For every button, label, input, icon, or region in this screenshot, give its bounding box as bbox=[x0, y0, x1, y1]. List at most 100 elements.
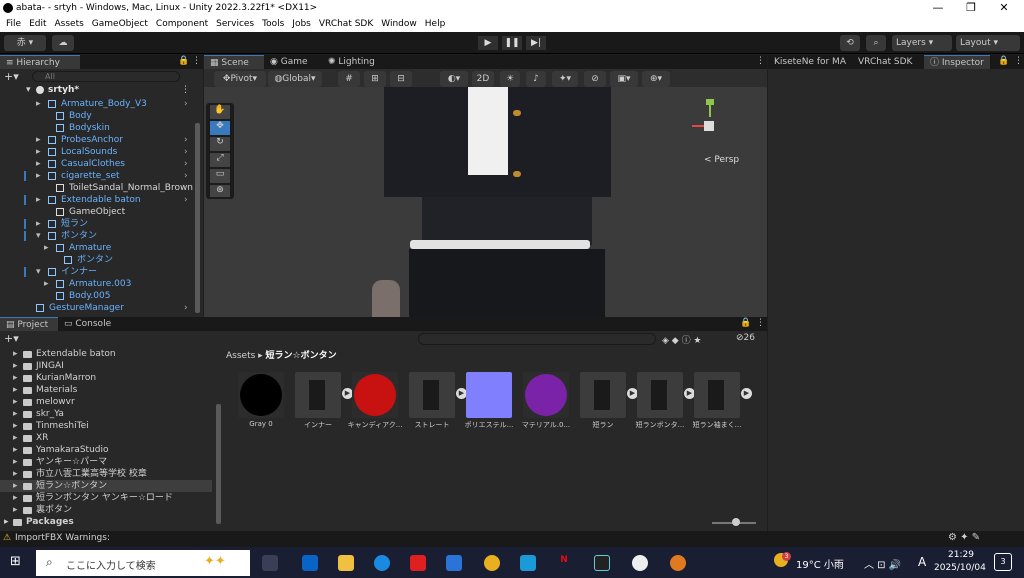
youtube-icon[interactable] bbox=[410, 555, 426, 571]
folder-expand-icon[interactable]: ▸ bbox=[13, 396, 18, 408]
hierarchy-item[interactable]: Body.005 bbox=[0, 290, 192, 302]
tab-project[interactable]: ▤ Project bbox=[0, 317, 58, 331]
move-tool-icon[interactable]: ✥ bbox=[210, 121, 230, 135]
capcut-icon[interactable] bbox=[594, 555, 610, 571]
rotate-tool-icon[interactable]: ↻ bbox=[210, 137, 230, 151]
prefab-arrow-icon[interactable]: › bbox=[184, 134, 188, 146]
cloud-icon[interactable]: ☁ bbox=[52, 35, 74, 51]
folder-row[interactable]: ▸ Extendable baton bbox=[0, 348, 212, 360]
task-view-icon[interactable] bbox=[262, 555, 278, 571]
folder-row[interactable]: ▸ Materials bbox=[0, 384, 212, 396]
asset-thumbnail[interactable] bbox=[637, 372, 683, 418]
scene-more-icon[interactable]: ⋮ bbox=[756, 56, 765, 66]
status-icons[interactable]: ⚙ ✦ ✎ bbox=[948, 532, 980, 543]
minimize-button[interactable]: — bbox=[922, 0, 954, 16]
notification-icon[interactable]: 3 bbox=[994, 553, 1012, 571]
breadcrumb-root[interactable]: Assets bbox=[226, 351, 255, 361]
folder-row[interactable]: ▸ melowvr bbox=[0, 396, 212, 408]
packages-row[interactable]: ▸ Packages bbox=[0, 516, 212, 528]
prefab-arrow-icon[interactable]: › bbox=[184, 170, 188, 182]
folder-scrollbar[interactable] bbox=[216, 404, 221, 524]
folder-row[interactable]: ▸ skr_Ya bbox=[0, 408, 212, 420]
menu-window[interactable]: Window bbox=[381, 19, 417, 29]
tab-console[interactable]: ▭ Console bbox=[58, 317, 120, 331]
hierarchy-item[interactable]: ▾ インナー bbox=[0, 266, 192, 278]
maximize-button[interactable]: ❐ bbox=[955, 0, 987, 16]
folder-expand-icon[interactable]: ▸ bbox=[13, 432, 18, 444]
expand-asset-icon[interactable]: ▶ bbox=[741, 388, 752, 399]
hierarchy-item[interactable]: ToiletSandal_Normal_Brown bbox=[0, 182, 193, 194]
prefab-arrow-icon[interactable]: › bbox=[184, 302, 188, 314]
project-filter-icons[interactable]: ◈ ◆ ⓘ ★ bbox=[662, 333, 702, 346]
hierarchy-item[interactable]: ▸ 短ラン bbox=[0, 218, 192, 230]
expand-icon[interactable]: ▸ bbox=[36, 134, 41, 146]
status-message[interactable]: ImportFBX Warnings: bbox=[15, 533, 110, 543]
shading-icon[interactable]: ◐▾ bbox=[440, 71, 468, 87]
tab-vrchat-sdk[interactable]: VRChat SDK bbox=[852, 55, 924, 69]
hidden-count[interactable]: ⊘26 bbox=[736, 333, 755, 343]
tab-lighting[interactable]: ✺ Lighting bbox=[322, 55, 394, 69]
snap-icon[interactable]: ⊞ bbox=[364, 71, 386, 87]
step-button[interactable]: ▶| bbox=[526, 36, 546, 50]
tab-inspector[interactable]: ⓘ Inspector bbox=[924, 55, 990, 69]
edge-icon[interactable] bbox=[374, 555, 390, 571]
camera-icon[interactable]: ▣▾ bbox=[610, 71, 638, 87]
persp-label[interactable]: < Persp bbox=[704, 155, 739, 165]
hierarchy-item[interactable]: GameObject bbox=[0, 206, 192, 218]
tab-kisetene[interactable]: KiseteNe for MA bbox=[768, 55, 852, 69]
packages-expand-icon[interactable]: ▸ bbox=[4, 516, 9, 528]
pivot-dropdown[interactable]: ✥Pivot▾ bbox=[214, 71, 266, 87]
menu-assets[interactable]: Assets bbox=[55, 19, 84, 29]
hierarchy-item[interactable]: ▸ Armature bbox=[0, 242, 192, 254]
hierarchy-item[interactable]: ▸ Armature_Body_V3 › bbox=[0, 98, 192, 110]
menu-vrchat-sdk[interactable]: VRChat SDK bbox=[319, 19, 373, 29]
weather-text[interactable]: 19°C 小雨 bbox=[796, 556, 844, 571]
folder-row[interactable]: ▸ 裏ボタン bbox=[0, 504, 212, 516]
close-button[interactable]: ✕ bbox=[988, 0, 1020, 16]
folder-expand-icon[interactable]: ▸ bbox=[13, 444, 18, 456]
hierarchy-item[interactable]: ▸ cigarette_set › bbox=[0, 170, 192, 182]
hierarchy-scrollbar[interactable] bbox=[195, 123, 200, 313]
project-more-icon[interactable]: ⋮ bbox=[756, 318, 765, 328]
hierarchy-item[interactable]: ▸ ProbesAnchor › bbox=[0, 134, 192, 146]
hierarchy-item[interactable]: Bodyskin bbox=[0, 122, 192, 134]
folder-row[interactable]: ▸ 短ラン☆ボンタン bbox=[0, 480, 212, 492]
increment-icon[interactable]: ⊟ bbox=[390, 71, 412, 87]
transform-tool-icon[interactable]: ⊛ bbox=[210, 185, 230, 197]
ime-indicator[interactable]: A bbox=[918, 555, 926, 569]
expand-icon[interactable]: ▸ bbox=[36, 170, 41, 182]
layout-dropdown[interactable]: Layout ▾ bbox=[956, 35, 1020, 51]
prefab-arrow-icon[interactable]: › bbox=[184, 194, 188, 206]
folder-expand-icon[interactable]: ▸ bbox=[13, 348, 18, 360]
asset-thumbnail[interactable] bbox=[238, 372, 284, 418]
light-icon[interactable]: ☀ bbox=[500, 71, 520, 87]
expand-icon[interactable]: ▸ bbox=[36, 218, 41, 230]
clock-time[interactable]: 21:29 bbox=[944, 550, 978, 560]
hierarchy-item[interactable]: ▸ Armature.003 bbox=[0, 278, 192, 290]
asset-thumbnail[interactable] bbox=[580, 372, 626, 418]
grid-icon[interactable]: # bbox=[338, 71, 360, 87]
folder-expand-icon[interactable]: ▸ bbox=[13, 492, 18, 504]
folder-row[interactable]: ▸ XR bbox=[0, 432, 212, 444]
expand-icon[interactable]: ▸ bbox=[36, 98, 41, 110]
taskbar-search-box[interactable]: ⌕ ここに入力して検索 ✦✦ bbox=[36, 550, 250, 576]
folder-expand-icon[interactable]: ▸ bbox=[13, 420, 18, 432]
inspector-lock-icon[interactable]: 🔒 bbox=[998, 56, 1009, 66]
menu-services[interactable]: Services bbox=[216, 19, 254, 29]
gizmo-y-cone[interactable] bbox=[706, 99, 714, 105]
play-button[interactable]: ▶ bbox=[478, 36, 498, 50]
hierarchy-item[interactable]: ▾ ボンタン bbox=[0, 230, 192, 242]
hierarchy-item[interactable]: ▸ CasualClothes › bbox=[0, 158, 192, 170]
folder-expand-icon[interactable]: ▸ bbox=[13, 504, 18, 516]
prefab-arrow-icon[interactable]: › bbox=[184, 98, 188, 110]
tab-hierarchy[interactable]: ≡ Hierarchy bbox=[0, 55, 80, 69]
folder-expand-icon[interactable]: ▸ bbox=[13, 480, 18, 492]
unity-icon[interactable] bbox=[632, 555, 648, 571]
scene-expand-icon[interactable]: ▾ bbox=[26, 84, 31, 96]
account-dropdown[interactable]: 赤 ▾ bbox=[4, 35, 46, 51]
inspector-more-icon[interactable]: ⋮ bbox=[1014, 56, 1023, 66]
tab-scene[interactable]: ▦ Scene bbox=[204, 55, 264, 69]
lock-icon[interactable]: 🔒 bbox=[178, 56, 189, 66]
breadcrumb-leaf[interactable]: 短ラン☆ボンタン bbox=[266, 351, 337, 361]
menu-component[interactable]: Component bbox=[156, 19, 208, 29]
